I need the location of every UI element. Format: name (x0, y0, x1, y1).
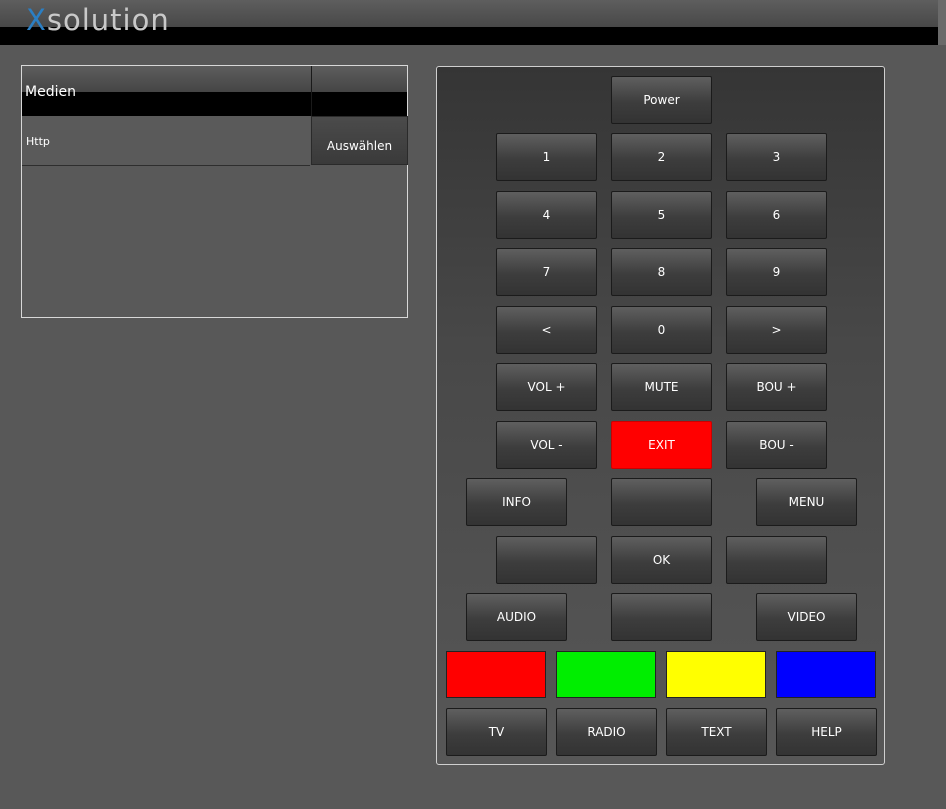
exit-button[interactable]: EXIT (611, 421, 712, 469)
green-button[interactable] (556, 651, 656, 698)
prev-button[interactable]: < (496, 306, 597, 354)
power-button[interactable]: Power (611, 76, 712, 124)
yellow-button[interactable] (666, 651, 766, 698)
audio-button[interactable]: AUDIO (466, 593, 567, 641)
menu-button[interactable]: MENU (756, 478, 857, 526)
media-header: Medien (22, 66, 407, 116)
digit-0-button[interactable]: 0 (611, 306, 712, 354)
xsolution-logo: Xsolution (26, 3, 170, 37)
next-button[interactable]: > (726, 306, 827, 354)
radio-button[interactable]: RADIO (556, 708, 657, 756)
window-frame-edge (938, 0, 946, 45)
volume-down-button[interactable]: VOL - (496, 421, 597, 469)
red-button[interactable] (446, 651, 546, 698)
digit-4-button[interactable]: 4 (496, 191, 597, 239)
digit-3-button[interactable]: 3 (726, 133, 827, 181)
digit-5-button[interactable]: 5 (611, 191, 712, 239)
media-row-http[interactable]: Http (22, 116, 310, 166)
digit-8-button[interactable]: 8 (611, 248, 712, 296)
info-button[interactable]: INFO (466, 478, 567, 526)
digit-6-button[interactable]: 6 (726, 191, 827, 239)
select-button[interactable]: Auswählen (311, 116, 408, 165)
left-button[interactable] (496, 536, 597, 584)
digit-9-button[interactable]: 9 (726, 248, 827, 296)
digit-1-button[interactable]: 1 (496, 133, 597, 181)
down-button[interactable] (611, 593, 712, 641)
digit-2-button[interactable]: 2 (611, 133, 712, 181)
blue-button[interactable] (776, 651, 876, 698)
up-button[interactable] (611, 478, 712, 526)
mute-button[interactable]: MUTE (611, 363, 712, 411)
volume-up-button[interactable]: VOL + (496, 363, 597, 411)
right-button[interactable] (726, 536, 827, 584)
bouquet-up-button[interactable]: BOU + (726, 363, 827, 411)
ok-button[interactable]: OK (611, 536, 712, 584)
media-panel: Medien Http Auswählen (21, 65, 408, 318)
text-button[interactable]: TEXT (666, 708, 767, 756)
bouquet-down-button[interactable]: BOU - (726, 421, 827, 469)
tv-button[interactable]: TV (446, 708, 547, 756)
media-row-label: Http (26, 135, 50, 148)
remote-control-panel: Power 1 2 3 4 5 6 7 8 9 < 0 > VOL + MUTE… (436, 66, 885, 765)
title-bar: Xsolution (0, 0, 946, 45)
digit-7-button[interactable]: 7 (496, 248, 597, 296)
video-button[interactable]: VIDEO (756, 593, 857, 641)
media-title: Medien (25, 84, 76, 100)
help-button[interactable]: HELP (776, 708, 877, 756)
